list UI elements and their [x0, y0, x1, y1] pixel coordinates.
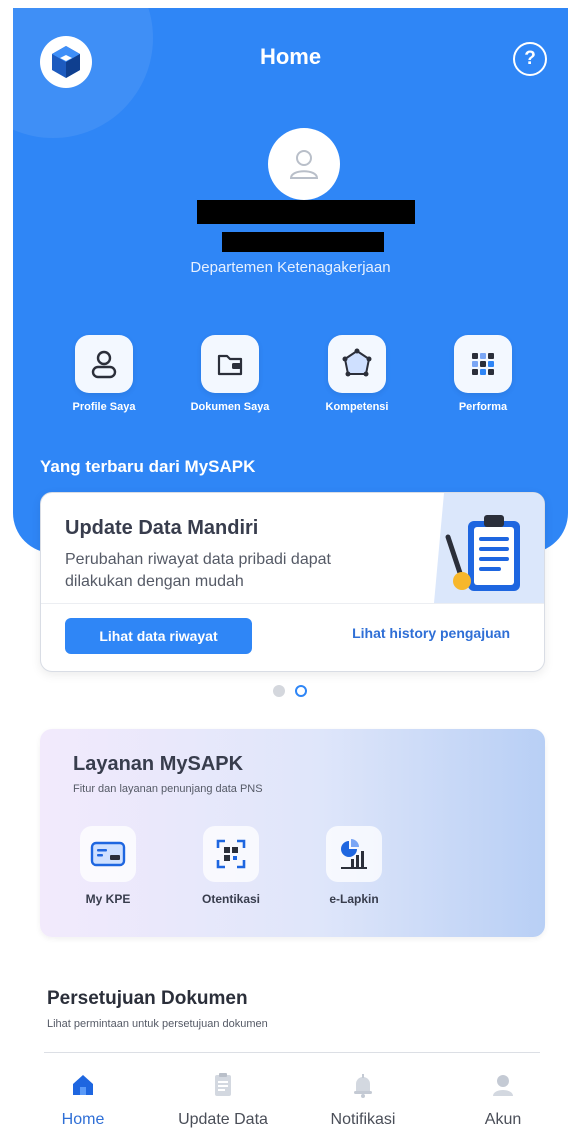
report-chart-icon [326, 826, 382, 882]
nav-label: Update Data [178, 1111, 268, 1128]
layanan-item-label: My KPE [85, 892, 131, 906]
redacted-name [197, 200, 415, 224]
quick-menu-label: Performa [458, 401, 508, 413]
department-label: Departemen Ketenagakerjaan [190, 259, 391, 276]
avatar-user-icon [289, 150, 319, 179]
layanan-item-e-lapkin[interactable]: e-Lapkin [299, 826, 409, 906]
nav-notifikasi[interactable]: Notifikasi [298, 1071, 428, 1129]
layanan-item-otentikasi[interactable]: Otentikasi [176, 826, 286, 906]
quick-menu-dokumen[interactable]: Dokumen Saya [170, 335, 290, 413]
grid-icon [454, 335, 512, 393]
nav-home[interactable]: Home [18, 1071, 148, 1129]
layanan-item-my-kpe[interactable]: My KPE [53, 826, 163, 906]
user-icon [75, 335, 133, 393]
document-icon [158, 1071, 288, 1099]
nav-akun[interactable]: Akun [438, 1071, 568, 1129]
card-divider [41, 603, 544, 604]
layanan-title: Layanan MySAPK [73, 753, 244, 775]
carousel-indicator [273, 685, 307, 697]
card-description: Perubahan riwayat data pribadi dapat dil… [65, 551, 331, 590]
quick-menu-label: Dokumen Saya [190, 401, 270, 413]
lihat-history-pengajuan-link[interactable]: Lihat history pengajuan [352, 625, 510, 641]
carousel-dot[interactable] [273, 685, 285, 697]
lihat-data-riwayat-button[interactable]: Lihat data riwayat [65, 618, 252, 654]
bottom-nav: Home Update Data Notifikasi Akun [0, 1065, 581, 1133]
redacted-id [222, 232, 384, 252]
clipboard-illustration-icon [434, 493, 544, 603]
layanan-item-label: Otentikasi [201, 892, 261, 906]
layanan-card: Layanan MySAPK Fitur dan layanan penunja… [40, 729, 545, 937]
quick-menu-kompetensi[interactable]: Kompetensi [297, 335, 417, 413]
update-data-card[interactable]: Update Data Mandiri Perubahan riwayat da… [40, 492, 545, 672]
nav-label: Akun [484, 1111, 522, 1128]
persetujuan-subtitle: Lihat permintaan untuk persetujuan dokum… [47, 1018, 268, 1030]
quick-menu: Profile Saya Dokumen Saya Kompetensi Per… [0, 335, 581, 425]
folder-icon [201, 335, 259, 393]
quick-menu-label: Kompetensi [325, 401, 389, 413]
news-section-title: Yang terbaru dari MySAPK [40, 457, 256, 476]
home-icon [18, 1071, 148, 1099]
id-card-icon [80, 826, 136, 882]
qr-scan-icon [203, 826, 259, 882]
quick-menu-profile[interactable]: Profile Saya [44, 335, 164, 413]
avatar[interactable] [268, 128, 340, 200]
nav-label: Home [61, 1111, 105, 1128]
quick-menu-performa[interactable]: Performa [423, 335, 543, 413]
carousel-dot-active[interactable] [295, 685, 307, 697]
account-icon [438, 1071, 568, 1099]
page-title: Home [259, 44, 322, 69]
card-title: Update Data Mandiri [65, 517, 259, 539]
help-glyph: ? [524, 48, 536, 69]
quick-menu-label: Profile Saya [72, 401, 136, 413]
layanan-item-label: e-Lapkin [329, 892, 379, 906]
nav-label: Notifikasi [330, 1111, 396, 1128]
competency-icon [328, 335, 386, 393]
help-icon[interactable]: ? [513, 42, 547, 76]
layanan-subtitle: Fitur dan layanan penunjang data PNS [73, 783, 263, 795]
persetujuan-title: Persetujuan Dokumen [47, 988, 248, 1009]
persetujuan-divider [44, 1052, 540, 1053]
nav-update-data[interactable]: Update Data [158, 1071, 288, 1129]
bell-icon [298, 1071, 428, 1099]
